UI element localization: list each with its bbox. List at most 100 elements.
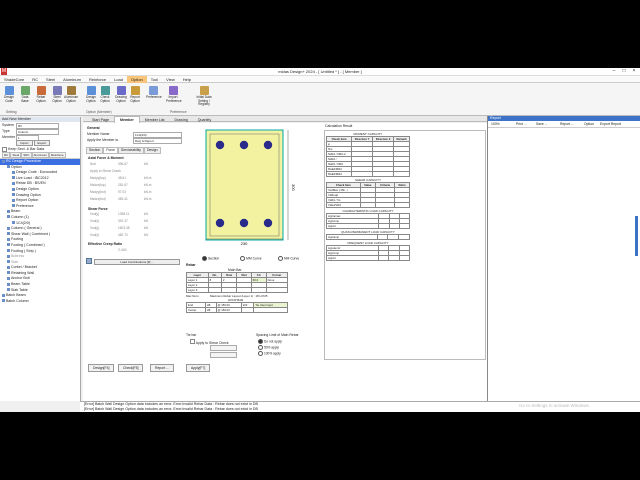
force-label: Msdzz(bot) (90, 197, 106, 201)
tree-node[interactable]: Batch Column (0, 299, 80, 305)
system-tab-reinforce[interactable]: Reinforce (48, 152, 66, 158)
ribbon-report-option-button[interactable]: Report Option (128, 86, 142, 110)
menu-load[interactable]: Load (110, 76, 127, 83)
force-value[interactable]: 1603.38 (118, 226, 130, 231)
report-toolbar-option[interactable]: Option (584, 121, 594, 127)
calc-title: Calculation Result (325, 124, 353, 128)
menu-reinforce[interactable]: Reinforce (85, 76, 110, 83)
ribbon-import-preference-button[interactable]: Import Preference (166, 86, 182, 110)
bottom-button-design-f4-[interactable]: Design[F4] (88, 364, 115, 372)
calc-tables: MOMENT CAPACITY Check Item Direction Y Dire… (325, 131, 411, 261)
menu-tool[interactable]: Tool (147, 76, 162, 83)
table-cell[interactable] (220, 287, 238, 293)
table-cell[interactable]: Center (186, 307, 206, 313)
apply-shear-checkbox[interactable] (190, 339, 195, 344)
tree-node-icon (12, 187, 15, 191)
system-tab-steel[interactable]: Steel (10, 152, 22, 158)
menu-shadecore[interactable]: ShadeCore (0, 76, 28, 83)
force-value[interactable]: 391.37 (118, 219, 128, 224)
report-toolbar-save-[interactable]: Save ... (536, 121, 548, 127)
bottom-button-report-[interactable]: Report ... (150, 364, 174, 372)
load-combinations-button[interactable]: Load Combinations [#] ... (94, 259, 180, 265)
menu-view[interactable]: View (162, 76, 179, 83)
table-cell[interactable] (265, 287, 289, 293)
ribbon-design-option-button[interactable]: Design Option (84, 86, 98, 110)
bottom-button-apply-f7-[interactable]: Apply[F7] (186, 364, 211, 372)
tie-field-1[interactable] (210, 345, 237, 351)
ribbon-data-base-button[interactable]: Data Base (18, 86, 32, 110)
force-row: Msdzz(bot) 383.41 kN.m (88, 197, 180, 204)
force-value[interactable]: 97.03 (118, 190, 126, 195)
force-value[interactable]: 48.61 (118, 176, 126, 181)
table-cell[interactable] (250, 287, 267, 293)
force-value[interactable]: 1398.11 (118, 212, 129, 217)
apply-select[interactable]: Dwg & Report (133, 138, 182, 144)
radio-mm-curve[interactable]: MM Curve (240, 256, 262, 261)
minimize-icon[interactable]: – (610, 68, 618, 75)
force-value[interactable]: 281.67 (118, 183, 128, 188)
calc-cell (393, 171, 410, 177)
maximize-icon[interactable]: □ (620, 68, 628, 75)
ribbon-initial-data-setting-registry-button[interactable]: Initial Data Setting / Registry (192, 86, 216, 110)
force-value[interactable]: 383.41 (118, 197, 128, 202)
ribbon-preference-button[interactable]: Preference (146, 86, 162, 110)
menu-rc[interactable]: RC (28, 76, 42, 83)
table-cell[interactable] (236, 287, 252, 293)
force-unit: kN (144, 226, 148, 230)
ribbon-aluminum-option-button[interactable]: Aluminum Option (64, 86, 78, 110)
table-cell[interactable]: H8 (204, 307, 217, 313)
hoop-table: End H8 @ 150.00 100 Tie User Input Center H8 @ … (186, 302, 288, 313)
table-cell[interactable]: @ 150.00 (215, 307, 242, 313)
ribbon-rebar-option-button[interactable]: Rebar Option (34, 86, 48, 110)
rebar-circle (263, 140, 273, 150)
ribbon-drawing-option-button[interactable]: Drawing Option (114, 86, 128, 110)
menu-option[interactable]: Option (126, 76, 147, 83)
close-icon[interactable]: × (630, 68, 638, 75)
section-tab-serviceability[interactable]: Serviceability (117, 147, 144, 154)
report-toolbar-export-report[interactable]: Export Report (600, 121, 621, 127)
ribbon-button-label: Report Option (130, 95, 140, 103)
radio-section[interactable]: Section (202, 256, 219, 261)
system-tab-src[interactable]: SRC (21, 152, 32, 158)
tie-field-2[interactable] (210, 352, 237, 358)
ribbon-button-label: Drawing Option (115, 95, 127, 103)
table-cell[interactable] (207, 287, 222, 293)
bottom-button-check-f5-[interactable]: Check[F5] (118, 364, 144, 372)
doc-tab-member[interactable]: Member (113, 116, 140, 123)
table-cell[interactable] (240, 307, 255, 313)
system-tab-rc[interactable]: RC (2, 152, 11, 158)
keep-checkbox[interactable] (2, 146, 7, 152)
force-value[interactable]: 396.67 (118, 162, 128, 167)
ribbon-button-label: Preference (146, 95, 162, 99)
menu-help[interactable]: Help (179, 76, 195, 83)
tree-node-label: Design Option (16, 186, 39, 191)
ribbon-design-code-button[interactable]: Design Code (2, 86, 16, 110)
calc-cell (394, 202, 410, 208)
ribbon-rebar-option-icon (36, 86, 46, 95)
rebar-circle (239, 218, 249, 228)
table-cell[interactable]: Layer 3 (186, 287, 209, 293)
force-value[interactable]: 482.70 (118, 233, 128, 238)
report-scrollbar[interactable] (635, 216, 638, 256)
section-tab-force[interactable]: Force (103, 147, 118, 154)
section-drawing: 230 300 (205, 129, 296, 246)
ribbon-check-option-button[interactable]: Check Option (98, 86, 112, 110)
zoom-select[interactable]: 100% (491, 121, 500, 127)
report-toolbar-print-[interactable]: Print ... (516, 121, 527, 127)
table-row: Center H8 @ 150.00 (186, 307, 288, 313)
section-tab-design[interactable]: Design (143, 147, 161, 154)
system-tabs: RC Steel SRC Aluminum Reinforce (0, 152, 80, 158)
ribbon-steel-option-button[interactable]: Steel Option (50, 86, 64, 110)
tree-node-icon (7, 271, 10, 275)
spacing-option[interactable]: 100% apply (258, 351, 318, 357)
table-cell[interactable] (253, 307, 288, 313)
radio-nm-curve[interactable]: NM Curve (278, 256, 299, 261)
menu-aluminum[interactable]: Aluminum (59, 76, 85, 83)
tree-node-label: Drawing Option (16, 192, 41, 197)
report-toolbar-report-[interactable]: Report ... (560, 121, 574, 127)
section-tab-section[interactable]: Section (86, 147, 104, 154)
radio-dot (258, 351, 263, 356)
menu-steel[interactable]: Steel (42, 76, 59, 83)
system-tab-aluminum[interactable]: Aluminum (31, 152, 49, 158)
force-row: Vsd(y) 1398.11 kN (88, 212, 180, 219)
